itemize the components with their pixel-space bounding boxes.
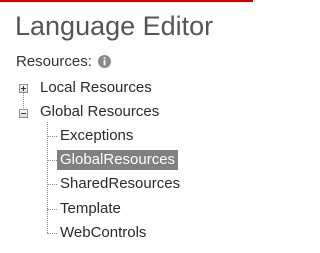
resources-label: Resources: — [16, 53, 92, 70]
plus-icon[interactable] — [19, 84, 28, 93]
tree-connector-webcontrols — [47, 233, 57, 234]
tree-node-exceptions[interactable]: Exceptions — [57, 126, 136, 146]
tree-connector-globalresources — [47, 160, 57, 161]
minus-icon[interactable] — [19, 109, 28, 118]
tree-node-global-resources[interactable]: Global Resources — [37, 102, 162, 122]
tree-node-local-resources[interactable]: Local Resources — [37, 78, 155, 98]
tree-connector-template — [47, 209, 57, 210]
tree-node-template[interactable]: Template — [57, 199, 124, 219]
info-icon[interactable] — [98, 55, 111, 68]
tree-node-sharedresources[interactable]: SharedResources — [57, 174, 183, 194]
page-title: Language Editor — [15, 11, 214, 41]
tree-connector-global-children — [47, 122, 48, 233]
tree-connector-sharedresources — [47, 184, 57, 185]
tree-node-webcontrols[interactable]: WebControls — [57, 223, 149, 243]
top-accent-rule — [0, 0, 253, 2]
tree-node-globalresources[interactable]: GlobalResources — [57, 150, 179, 170]
tree-connector-exceptions — [47, 136, 57, 137]
